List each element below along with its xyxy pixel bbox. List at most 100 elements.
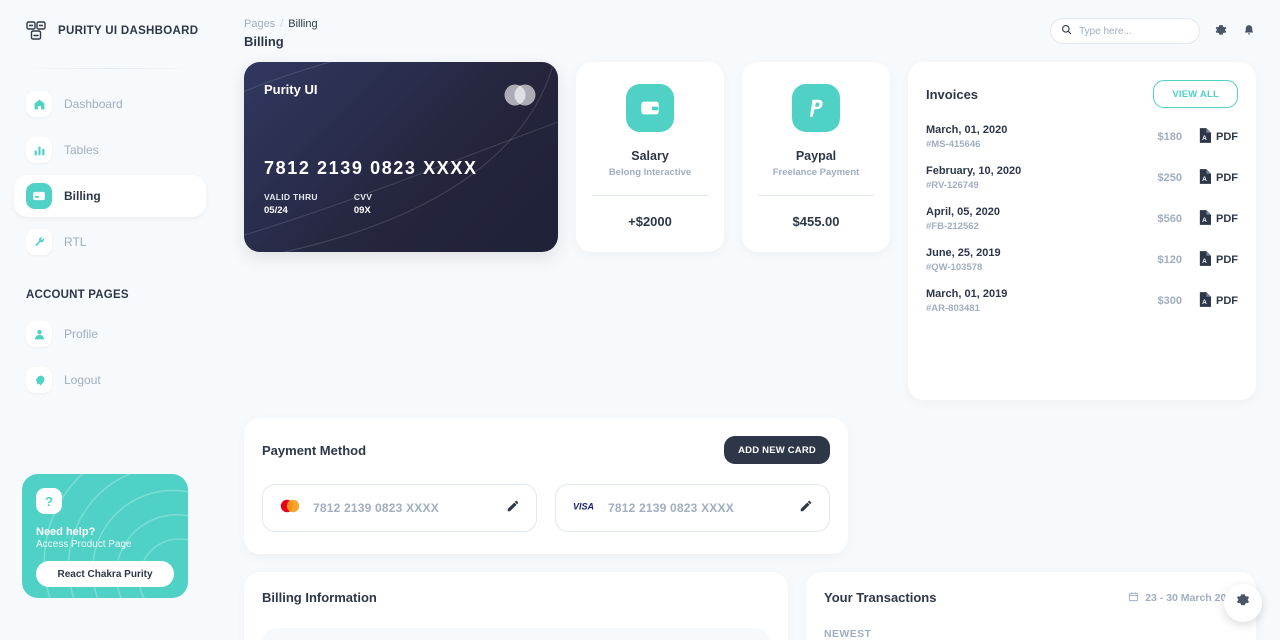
invoice-row: February, 10, 2020 #RV-126749 $250 A PDF (926, 165, 1238, 191)
visa-icon: VISA (572, 499, 596, 517)
sidebar-item-label: RTL (64, 235, 87, 249)
add-new-card-button[interactable]: ADD NEW CARD (724, 436, 830, 464)
wallet-icon (626, 84, 674, 132)
invoices-title: Invoices (926, 86, 979, 102)
home-icon (26, 91, 52, 117)
breadcrumb-parent[interactable]: Pages (244, 18, 275, 30)
help-card: ? Need help? Access Product Page React C… (22, 474, 188, 598)
gear-icon (1235, 593, 1251, 614)
invoice-pdf-button[interactable]: A PDF (1198, 128, 1238, 146)
invoice-pdf-button[interactable]: A PDF (1198, 292, 1238, 310)
settings-fab-button[interactable] (1224, 584, 1262, 622)
mastercard-icon (279, 499, 301, 518)
invoice-amount: $300 (1157, 295, 1182, 307)
invoice-code: #FB-212562 (926, 221, 979, 232)
search-input[interactable] (1079, 25, 1189, 37)
transactions-group-label: NEWEST (824, 628, 872, 640)
top-row: Purity UI 7812 2139 0823 XXXX VALID THRU… (244, 62, 1256, 400)
pdf-label: PDF (1216, 131, 1238, 143)
billing-information-panel: Billing Information Oliver Liam Company … (244, 572, 788, 640)
breadcrumb-block: Pages / Billing Billing (244, 14, 318, 49)
bell-icon[interactable] (1242, 24, 1256, 38)
payment-card-number: 7812 2139 0823 XXXX (608, 501, 734, 515)
transactions-panel: Your Transactions 23 - 30 March 2021 NEW… (806, 572, 1256, 640)
chart-bar-icon (26, 137, 52, 163)
help-card-title: Need help? (36, 526, 96, 538)
payment-card-visa[interactable]: VISA 7812 2139 0823 XXXX (555, 484, 830, 532)
brand[interactable]: PURITY UI DASHBOARD (14, 0, 206, 62)
help-card-subtitle: Access Product Page (36, 539, 132, 550)
invoice-info: March, 01, 2019 #AR-803481 (926, 288, 1158, 314)
sidebar-item-label: Tables (64, 143, 99, 157)
invoice-row: April, 05, 2020 #FB-212562 $560 A PDF (926, 206, 1238, 232)
middle-row: Payment Method ADD NEW CARD 7812 2139 08… (244, 418, 1256, 554)
stat-card-divider (758, 195, 874, 196)
invoices-header: Invoices VIEW ALL (926, 80, 1238, 108)
credit-card: Purity UI 7812 2139 0823 XXXX VALID THRU… (244, 62, 558, 252)
invoice-date: March, 01, 2019 (926, 288, 1008, 300)
pdf-file-icon: A (1198, 251, 1211, 269)
topbar-actions (1050, 18, 1256, 44)
search-box[interactable] (1050, 18, 1200, 44)
invoice-amount: $180 (1157, 131, 1182, 143)
pdf-file-icon: A (1198, 210, 1211, 228)
bottom-row: Billing Information Oliver Liam Company … (244, 572, 1256, 640)
topbar: Pages / Billing Billing (244, 0, 1256, 62)
help-card-button[interactable]: React Chakra Purity (36, 561, 174, 587)
sidebar-item-dashboard[interactable]: Dashboard (14, 83, 206, 125)
svg-text:A: A (1202, 176, 1207, 183)
billing-entry: Oliver Liam Company Name: Viking Burrito… (262, 628, 770, 640)
svg-text:A: A (1202, 135, 1207, 142)
brand-title: PURITY UI DASHBOARD (58, 25, 199, 37)
search-icon (1061, 22, 1072, 40)
sidebar-item-label: Billing (64, 189, 101, 203)
svg-text:A: A (1202, 258, 1207, 265)
invoice-info: April, 05, 2020 #FB-212562 (926, 206, 1158, 232)
breadcrumb-separator: / (280, 17, 284, 30)
stat-card-paypal: Paypal Freelance Payment $455.00 (742, 62, 890, 252)
invoice-info: March, 01, 2020 #MS-415646 (926, 124, 1158, 150)
credit-card-brand: Purity UI (264, 82, 318, 97)
credit-card-valid-thru: VALID THRU 05/24 (264, 192, 318, 216)
invoice-code: #MS-415646 (926, 139, 981, 150)
sidebar-item-tables[interactable]: Tables (14, 129, 206, 171)
invoice-pdf-button[interactable]: A PDF (1198, 251, 1238, 269)
purity-logo-icon (24, 19, 48, 43)
pencil-icon[interactable] (799, 499, 813, 518)
invoice-code: #AR-803481 (926, 303, 980, 314)
pdf-label: PDF (1216, 254, 1238, 266)
invoice-pdf-button[interactable]: A PDF (1198, 210, 1238, 228)
sidebar-item-profile[interactable]: Profile (14, 313, 206, 355)
sidebar-item-rtl[interactable]: RTL (14, 221, 206, 263)
sidebar-section-account-pages: ACCOUNT PAGES (26, 289, 129, 301)
paypal-icon (792, 84, 840, 132)
gear-icon[interactable] (1214, 24, 1228, 38)
sidebar-item-logout[interactable]: Logout (14, 359, 206, 401)
payment-card-number: 7812 2139 0823 XXXX (313, 501, 439, 515)
sidebar-nav: Dashboard Tables Billing RTL ACCOUNT PAG… (14, 83, 206, 401)
invoice-row: March, 01, 2019 #AR-803481 $300 A PDF (926, 288, 1238, 314)
stat-card-name: Paypal (795, 149, 837, 163)
wrench-icon (26, 229, 52, 255)
invoice-pdf-button[interactable]: A PDF (1198, 169, 1238, 187)
main-content: Pages / Billing Billing Type here... Pur… (220, 0, 1280, 640)
invoice-info: June, 25, 2019 #QW-103578 (926, 247, 1158, 273)
credit-card-icon (26, 183, 52, 209)
invoices-list: March, 01, 2020 #MS-415646 $180 A PDF Fe… (926, 124, 1238, 314)
payment-card-mastercard[interactable]: 7812 2139 0823 XXXX (262, 484, 537, 532)
credit-card-cvv: CVV 09X (354, 192, 372, 216)
rocket-icon (26, 367, 52, 393)
invoice-code: #RV-126749 (926, 180, 979, 191)
view-all-button[interactable]: VIEW ALL (1153, 80, 1238, 108)
left-column: Payment Method ADD NEW CARD 7812 2139 08… (244, 418, 848, 554)
pdf-file-icon: A (1198, 128, 1211, 146)
pencil-icon[interactable] (506, 499, 520, 518)
stat-card-subtitle: Belong Interactive (608, 167, 692, 178)
sidebar-item-billing[interactable]: Billing (14, 175, 206, 217)
sidebar-item-label: Logout (64, 373, 101, 387)
transactions-title: Your Transactions (824, 590, 937, 605)
invoice-code: #QW-103578 (926, 262, 983, 273)
transactions-date-range[interactable]: 23 - 30 March 2021 (1128, 591, 1238, 605)
invoice-amount: $120 (1157, 254, 1182, 266)
credit-card-number: 7812 2139 0823 XXXX (264, 158, 478, 178)
